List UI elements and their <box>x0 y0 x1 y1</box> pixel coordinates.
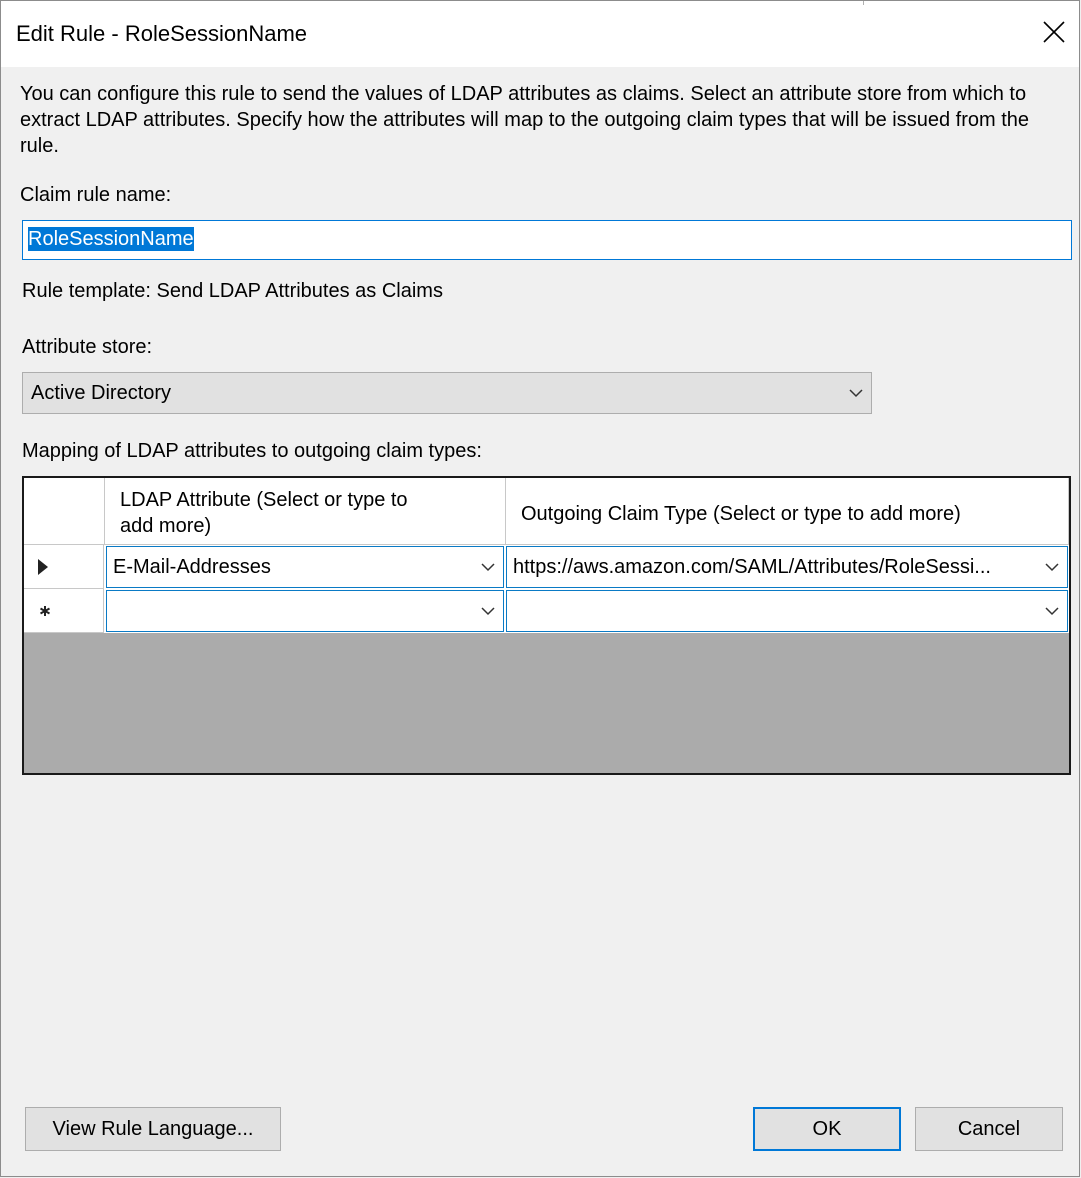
attribute-store-label: Attribute store: <box>22 336 153 358</box>
edit-rule-dialog: Edit Rule - RoleSessionName You can conf… <box>0 0 1080 1177</box>
row-header[interactable] <box>24 589 104 633</box>
table-row-new[interactable] <box>24 589 1069 633</box>
chevron-down-icon <box>849 389 863 398</box>
close-button[interactable] <box>1035 9 1073 55</box>
column-header-claim-text: Outgoing Claim Type (Select or type to a… <box>521 503 961 525</box>
title-bar-divider <box>863 1 864 5</box>
column-header-outgoing-claim-type[interactable]: Outgoing Claim Type (Select or type to a… <box>506 478 1069 545</box>
title-bar[interactable]: Edit Rule - RoleSessionName <box>1 1 1079 67</box>
ldap-attribute-value: E-Mail-Addresses <box>113 556 271 578</box>
claim-rule-name-label: Claim rule name: <box>20 184 172 206</box>
attribute-store-dropdown[interactable]: Active Directory <box>22 372 872 414</box>
column-header-ldap-attribute[interactable]: LDAP Attribute (Select or type to add mo… <box>105 478 506 545</box>
cancel-button[interactable]: Cancel <box>915 1107 1063 1151</box>
ok-button[interactable]: OK <box>753 1107 901 1151</box>
column-header-ldap-line2: add more) <box>120 515 212 537</box>
chevron-down-icon <box>1045 607 1059 616</box>
ldap-attribute-combo-new[interactable] <box>106 590 504 632</box>
chevron-down-icon <box>481 563 495 572</box>
mapping-label: Mapping of LDAP attributes to outgoing c… <box>22 440 482 462</box>
close-icon <box>1043 21 1065 43</box>
ldap-attribute-combo[interactable]: E-Mail-Addresses <box>106 546 504 588</box>
chevron-down-icon <box>1045 563 1059 572</box>
row-header[interactable] <box>24 545 104 589</box>
outgoing-claim-type-value: https://aws.amazon.com/SAML/Attributes/R… <box>513 556 991 578</box>
attribute-store-selected: Active Directory <box>31 382 172 404</box>
outgoing-claim-type-combo[interactable]: https://aws.amazon.com/SAML/Attributes/R… <box>506 546 1068 588</box>
claim-rule-name-value: RoleSessionName <box>28 227 194 251</box>
row-header-corner <box>24 478 105 545</box>
mapping-grid[interactable]: LDAP Attribute (Select or type to add mo… <box>22 476 1071 775</box>
table-row[interactable]: E-Mail-Addresses https://aws.amazon.com/… <box>24 545 1069 589</box>
grid-header: LDAP Attribute (Select or type to add mo… <box>24 478 1069 545</box>
claim-rule-name-input[interactable]: RoleSessionName <box>22 220 1072 260</box>
rule-template-text: Rule template: Send LDAP Attributes as C… <box>22 280 443 302</box>
outgoing-claim-type-combo-new[interactable] <box>506 590 1068 632</box>
new-row-asterisk-icon <box>40 606 50 616</box>
current-row-arrow-icon <box>38 559 48 575</box>
column-header-ldap-line1: LDAP Attribute (Select or type to <box>120 489 408 511</box>
view-rule-language-button[interactable]: View Rule Language... <box>25 1107 281 1151</box>
dialog-title: Edit Rule - RoleSessionName <box>16 21 308 46</box>
chevron-down-icon <box>481 607 495 616</box>
rule-description: You can configure this rule to send the … <box>20 83 1030 157</box>
